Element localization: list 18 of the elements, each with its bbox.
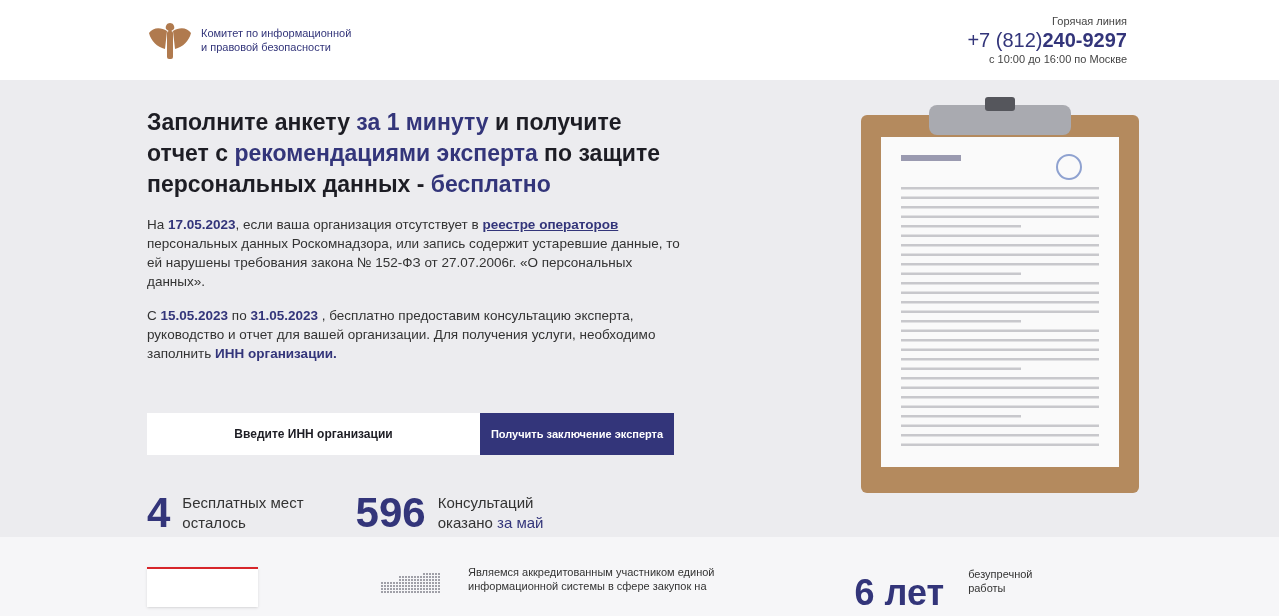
stat-caption: Бесплатных мест осталось [182,492,304,533]
russia-map-icon [381,573,440,593]
hero-heading: Заполните анкету за 1 минуту и получите отчет с рекомендациями эксперта по защите персональных данных - бесплатно [147,108,661,199]
hotline-label: Горячая линия [1052,13,1127,29]
working-hours: с 10:00 до 16:00 по Москве [989,52,1127,67]
stat-caption: Консультаций оказано за май [437,492,544,533]
info-paragraph: С 15.05.2023 по 31.05.2023 , бесплатно предоставим консультацию эксперта, руководство и отчет для вашей организации. Для получения услуги, необходимо заполнить ИНН организации. [147,307,657,363]
stat-number: 4 [147,488,171,538]
info-paragraph: На 17.05.2023, если ваша организация отсутствует в реестре операторов персональных данных Роскомнадзора, или запись содержит устаревшие данные, то ей нарушены требования закона № 152-ФЗ от 27.07.2006г. «О персональных данных». [147,216,681,291]
phone-link[interactable]: +7 (812)240-9297 [967,29,1127,51]
organization-name: Комитет по информационной и правовой безопасности [201,26,352,54]
years-caption: безупречной работы [968,567,1033,595]
registry-link[interactable]: реестре операторов [482,217,619,232]
expert-report-button[interactable]: Получить заключение эксперта [480,413,674,455]
inn-input-field[interactable]: Введите ИНН организации [147,413,480,455]
accreditation-text: Являемся аккредитованным участником единой информационной системы в сфере закупок на [468,565,715,593]
stat-number: 596 [355,488,426,538]
years-number: 6 лет [854,573,945,613]
